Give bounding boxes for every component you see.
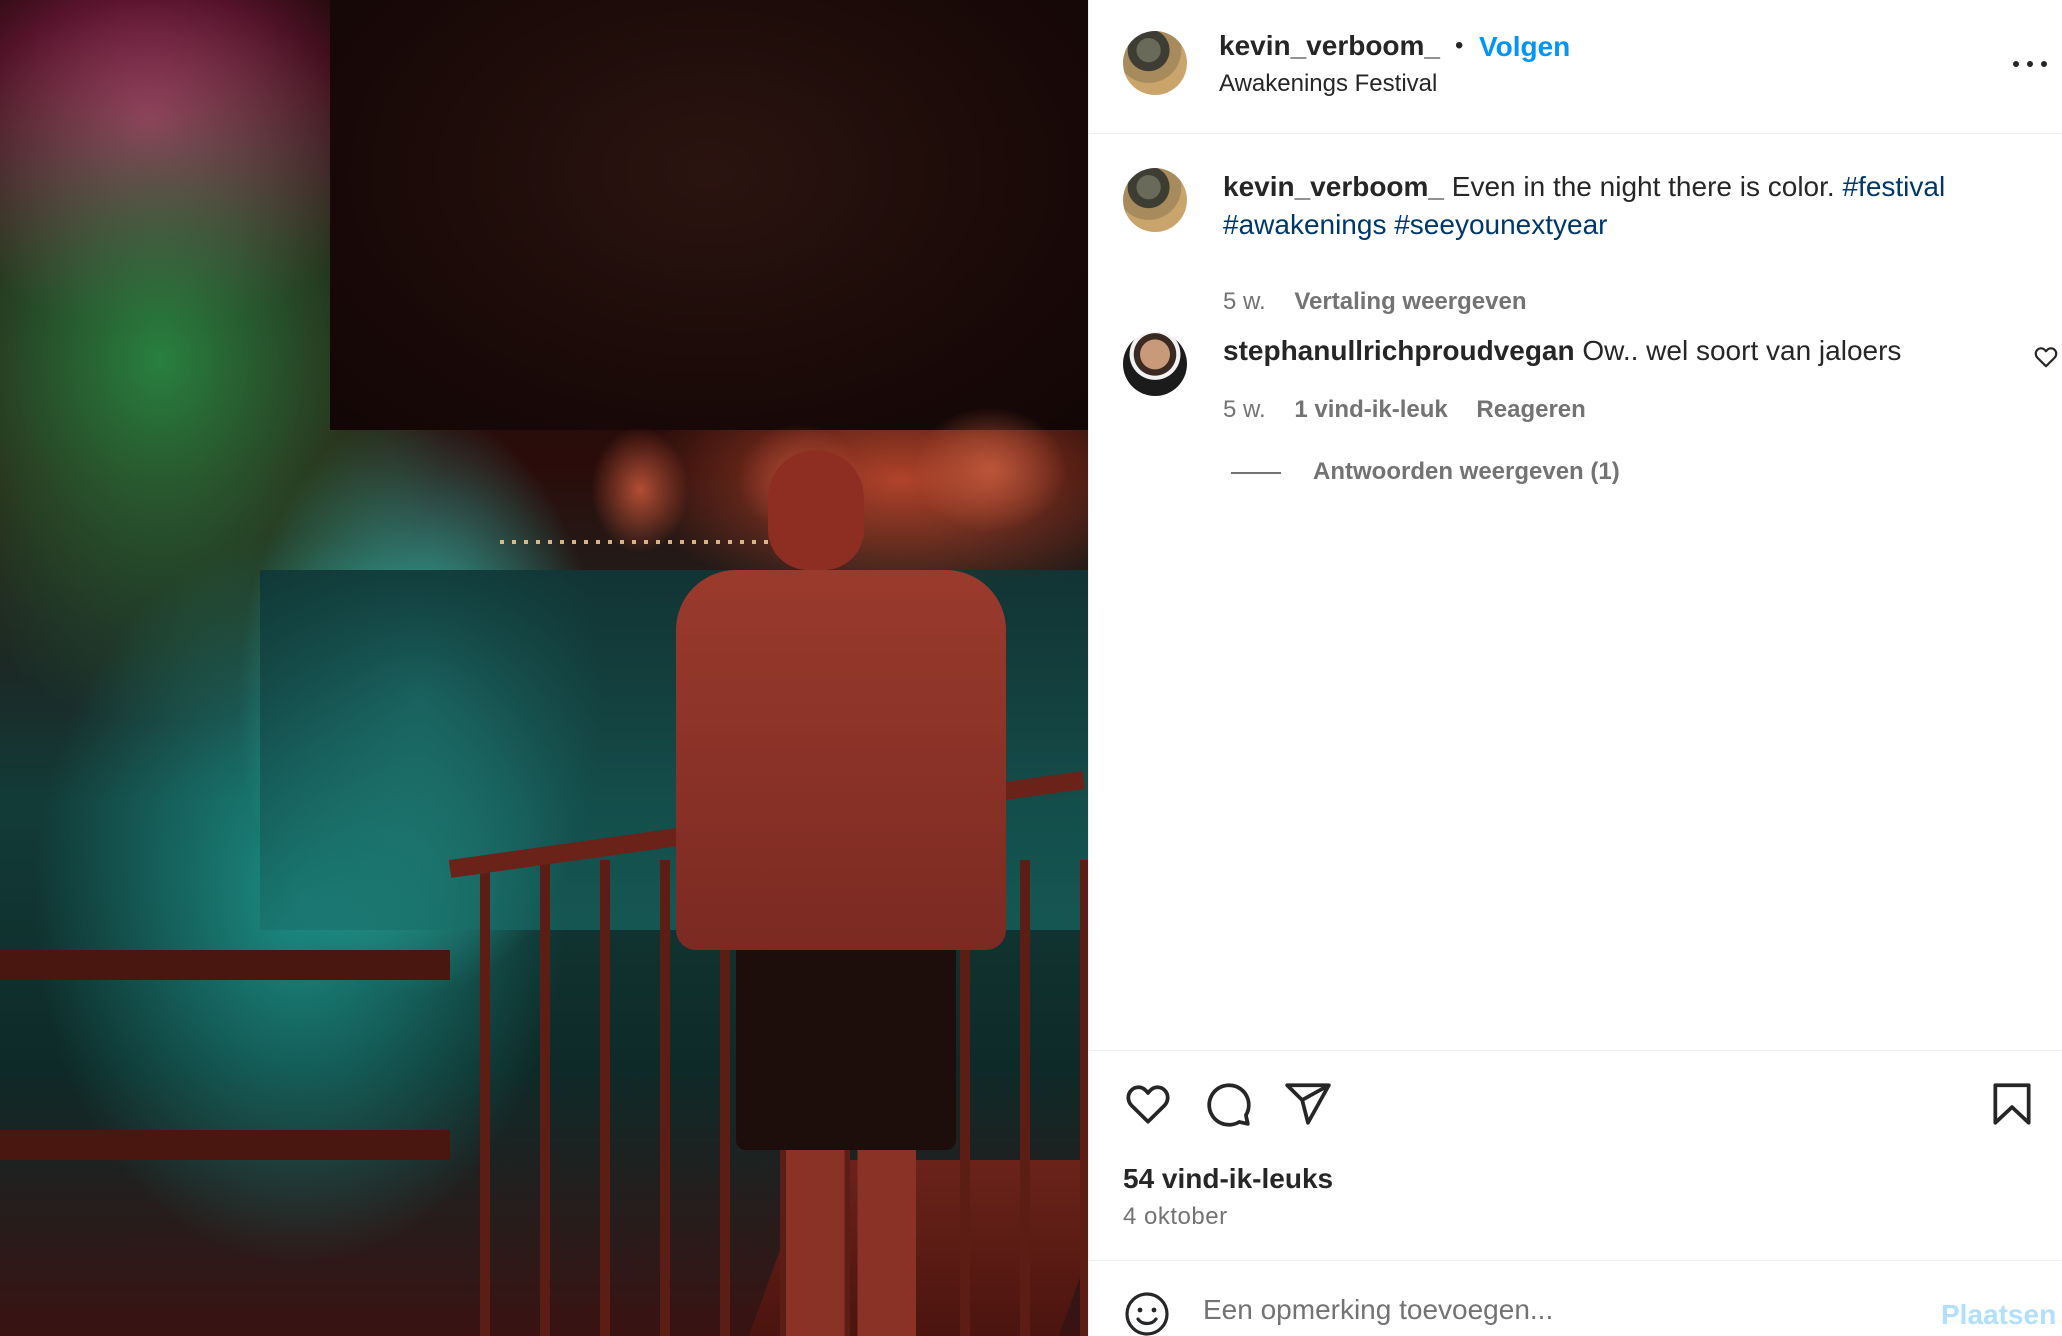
replies-divider [1231,471,1281,474]
comment-like-heart-icon[interactable] [2033,344,2059,370]
caption-text: kevin_verboom_ Even in the night there i… [1223,168,2003,244]
action-bar: 54 vind-ik-leuks 4 oktober [1089,1050,2062,1260]
comment-meta: 5 w. 1 vind-ik-leuk Reageren [1223,396,1608,424]
share-icon[interactable] [1283,1079,1333,1129]
view-replies-label: Antwoorden weergeven (1) [1313,458,1620,485]
photo-sky [330,0,1088,430]
comment-time: 5 w. [1223,396,1266,423]
post-comment-button[interactable]: Plaatsen [1941,1299,2056,1331]
comment-body: Ow.. wel soort van jaloers [1582,335,1902,366]
author-username[interactable]: kevin_verboom_ [1219,30,1440,62]
hashtag-link[interactable]: #awakenings [1223,209,1386,240]
caption-username[interactable]: kevin_verboom_ [1223,171,1444,202]
separator-dot: • [1455,32,1464,59]
more-options-icon[interactable] [2013,50,2047,78]
hashtag-link[interactable]: #festival [1842,171,1945,202]
commenter-username[interactable]: stephanullrichproudvegan [1223,335,1575,366]
comment-input[interactable] [1203,1285,1903,1335]
post-photo[interactable] [0,0,1088,1336]
post-details-panel: kevin_verboom_ • Volgen Awakenings Festi… [1088,0,2062,1336]
emoji-icon[interactable] [1123,1290,1171,1336]
follow-button[interactable]: Volgen [1479,31,1570,63]
comment-text: stephanullrichproudvegan Ow.. wel soort … [1223,332,2003,370]
bookmark-icon[interactable] [1987,1079,2037,1129]
translate-button[interactable]: Vertaling weergeven [1294,288,1526,315]
comments-section: kevin_verboom_ Even in the night there i… [1089,134,2062,1050]
hashtag-link[interactable]: #seeyounextyear [1394,209,1607,240]
comment-likes[interactable]: 1 vind-ik-leuk [1294,396,1447,423]
caption-meta: 5 w. Vertaling weergeven [1223,288,1548,316]
post-location[interactable]: Awakenings Festival [1219,70,1437,98]
add-comment-bar: Plaatsen [1089,1260,2062,1336]
likes-count[interactable]: 54 vind-ik-leuks [1123,1163,1333,1195]
heart-icon[interactable] [1123,1079,1173,1129]
photo-person [676,450,1006,1336]
author-avatar[interactable] [1123,31,1187,95]
caption-avatar[interactable] [1123,168,1187,232]
photo-fence [0,930,450,1336]
post-date: 4 oktober [1123,1203,1228,1230]
view-replies-button[interactable]: Antwoorden weergeven (1) [1231,458,1620,486]
comment-icon[interactable] [1203,1079,1253,1129]
reply-button[interactable]: Reageren [1476,396,1585,423]
caption-time: 5 w. [1223,288,1266,315]
commenter-avatar[interactable] [1123,332,1187,396]
post-header: kevin_verboom_ • Volgen Awakenings Festi… [1089,0,2062,134]
caption-body: Even in the night there is color. [1451,171,1835,202]
